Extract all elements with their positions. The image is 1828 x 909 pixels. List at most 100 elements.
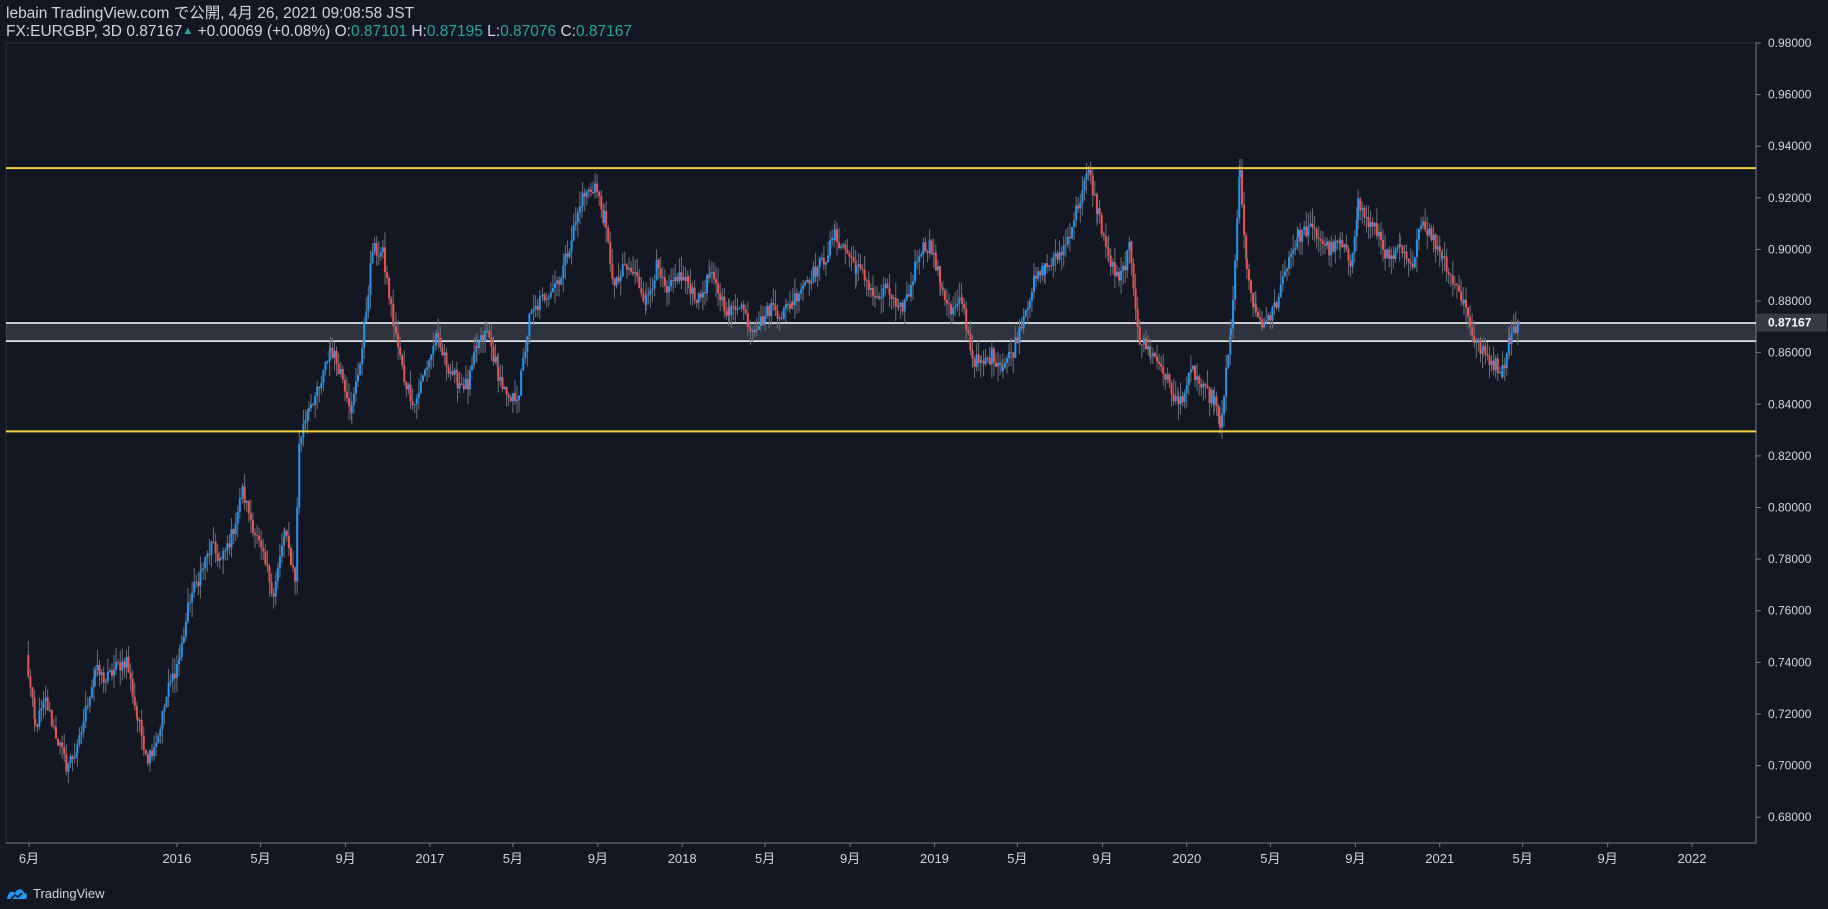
candle	[1449, 272, 1452, 287]
candle-body	[92, 677, 95, 687]
candle-body	[1426, 229, 1429, 236]
candle-body	[505, 386, 508, 395]
tradingview-logo-icon	[7, 888, 28, 900]
candle	[1234, 254, 1237, 311]
candle-body	[551, 287, 554, 293]
candle-body	[163, 707, 166, 712]
candle	[532, 294, 535, 325]
candle-body	[193, 581, 196, 593]
candle-body	[1443, 256, 1446, 258]
candle	[405, 380, 408, 398]
candle-body	[484, 330, 487, 342]
candle-body	[453, 369, 456, 375]
candle	[1501, 350, 1504, 379]
candle	[701, 281, 704, 311]
candle	[583, 188, 586, 212]
candle-body	[926, 251, 929, 253]
candle	[1392, 246, 1395, 269]
candle	[1490, 354, 1493, 372]
candle-body	[632, 271, 635, 274]
candle-body	[1349, 260, 1352, 267]
candle-body	[1071, 226, 1074, 239]
candle-body	[800, 289, 803, 294]
candle	[1134, 273, 1137, 321]
candle	[1279, 270, 1282, 299]
candle	[954, 291, 957, 317]
candle-body	[556, 280, 559, 284]
footer-brand[interactable]: TradingView	[6, 886, 105, 901]
candle-body	[840, 246, 843, 249]
candle-body	[539, 296, 542, 298]
candle-body	[306, 411, 309, 421]
candle-body	[171, 673, 174, 681]
candle-body	[1305, 226, 1308, 237]
candle-body	[492, 346, 495, 362]
y-tick-label: 0.68000	[1768, 810, 1812, 824]
candle	[445, 347, 448, 381]
candle	[1365, 205, 1368, 233]
candle-body	[1250, 280, 1253, 293]
candle-body	[1032, 275, 1035, 292]
candle-body	[640, 288, 643, 294]
candle	[1198, 374, 1201, 396]
candle	[61, 735, 64, 759]
candle	[1434, 232, 1437, 263]
candle-body	[1464, 299, 1467, 308]
candle	[1479, 336, 1482, 363]
candle-body	[415, 398, 418, 405]
candle-body	[195, 581, 198, 583]
candle-body	[148, 750, 151, 764]
candle-body	[1194, 365, 1197, 380]
candle-body	[827, 255, 830, 263]
candle	[146, 751, 149, 767]
candle	[824, 261, 827, 277]
price-chart[interactable]: 0.98000 0.96000 0.94000 0.92000 0.90000 0.880…	[0, 0, 1828, 909]
candle-body	[113, 669, 116, 676]
candle-body	[180, 642, 183, 658]
candle-body	[451, 371, 454, 375]
x-tick-label: 2017	[415, 851, 444, 866]
candle	[1349, 254, 1352, 277]
candle-body	[377, 255, 380, 257]
candle	[545, 292, 548, 308]
candle-body	[1241, 170, 1244, 205]
candle-body	[258, 535, 261, 541]
candle-body	[1432, 234, 1435, 241]
candle-body	[1399, 244, 1402, 246]
candle	[934, 244, 937, 271]
candle	[287, 521, 290, 556]
candle	[903, 297, 906, 324]
candle	[345, 376, 348, 403]
candle-body	[958, 297, 961, 304]
candle-body	[324, 362, 327, 370]
candle	[1288, 250, 1291, 276]
candle	[678, 258, 681, 284]
candle	[115, 647, 118, 675]
candle	[574, 206, 577, 231]
candle-body	[1174, 396, 1177, 402]
candle	[682, 265, 685, 281]
candle	[524, 341, 527, 364]
candle-body	[753, 329, 756, 333]
candle	[740, 301, 743, 312]
candle-body	[562, 265, 565, 278]
candle-body	[369, 263, 372, 295]
candle	[818, 256, 821, 281]
candle	[655, 249, 658, 281]
candle	[1438, 235, 1441, 268]
candle-body	[1508, 337, 1511, 345]
candle-body	[901, 302, 904, 312]
candle	[1430, 224, 1433, 242]
candle	[1252, 292, 1255, 317]
candle-body	[574, 222, 577, 225]
candle	[795, 288, 798, 314]
candle-body	[880, 297, 883, 299]
candle	[835, 222, 838, 256]
candle-body	[861, 268, 864, 270]
candle	[865, 277, 868, 297]
candle-body	[1330, 241, 1333, 256]
candle	[1375, 208, 1378, 240]
candle-body	[82, 721, 85, 732]
candle-body	[1058, 252, 1061, 260]
candle-body	[1336, 240, 1339, 242]
